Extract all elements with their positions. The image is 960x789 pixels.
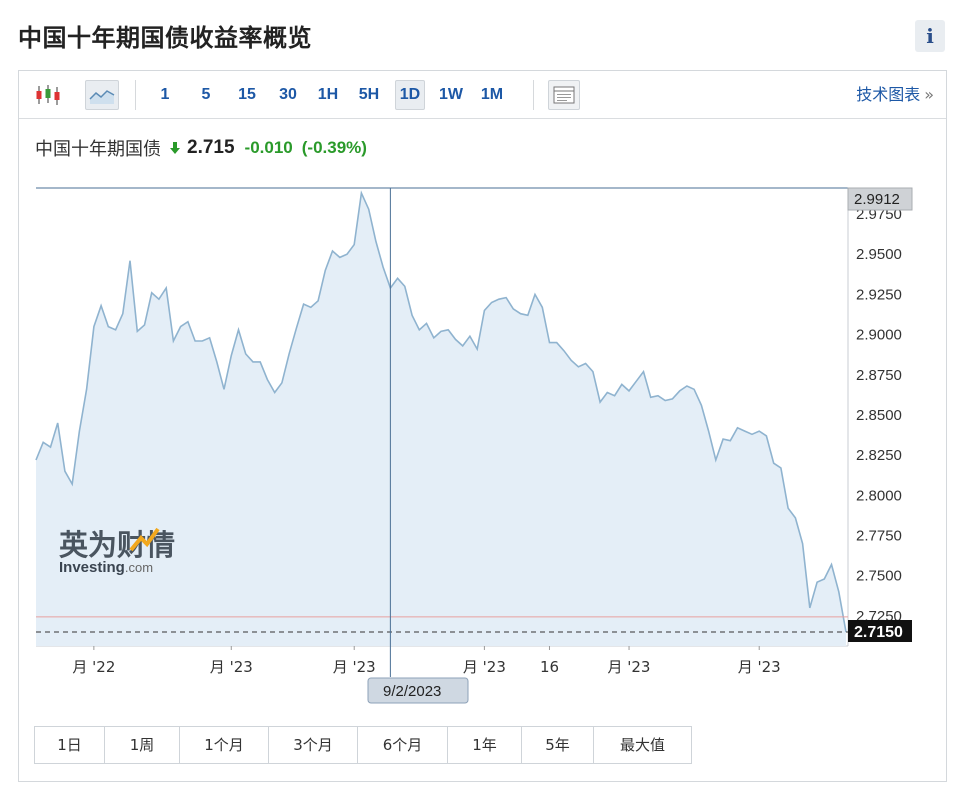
y-tick-label: 2.8250 bbox=[856, 447, 902, 464]
x-tick-label: 月 '23 bbox=[333, 658, 376, 676]
crosshair-date-label: 9/2/2023 bbox=[383, 683, 441, 700]
x-tick-label: 月 '23 bbox=[463, 658, 506, 676]
info-button[interactable]: i bbox=[915, 20, 945, 52]
y-tick-label: 2.9500 bbox=[856, 246, 902, 263]
range-5y[interactable]: 5年 bbox=[522, 727, 594, 763]
range-1y[interactable]: 1年 bbox=[448, 727, 522, 763]
price-chart[interactable]: 英为财情 Investing.com 2.97502.95002.92502.9… bbox=[19, 71, 946, 783]
x-tick-label: 月 '23 bbox=[210, 658, 253, 676]
y-tick-label: 2.8500 bbox=[856, 407, 902, 424]
x-tick-label: 月 '23 bbox=[608, 658, 651, 676]
x-tick-label: 月 '22 bbox=[72, 658, 115, 676]
y-tick-label: 2.7500 bbox=[856, 568, 902, 585]
range-6m[interactable]: 6个月 bbox=[358, 727, 448, 763]
range-max[interactable]: 最大值 bbox=[594, 727, 691, 763]
watermark-brand-cn: 英为财情 bbox=[59, 528, 175, 562]
watermark-brand-en: Investing.com bbox=[59, 559, 153, 576]
area-fill bbox=[36, 193, 846, 646]
last-value-label: 2.7150 bbox=[854, 624, 903, 641]
range-3m[interactable]: 3个月 bbox=[269, 727, 358, 763]
y-tick-label: 2.9250 bbox=[856, 286, 902, 303]
y-axis: 2.97502.95002.92502.90002.87502.85002.82… bbox=[856, 206, 902, 625]
y-tick-label: 2.7750 bbox=[856, 528, 902, 545]
range-1m[interactable]: 1个月 bbox=[180, 727, 269, 763]
time-range-selector: 1日 1周 1个月 3个月 6个月 1年 5年 最大值 bbox=[34, 726, 692, 764]
y-tick-label: 2.9000 bbox=[856, 327, 902, 344]
x-axis: 月 '22 月 '23 月 '23 月 '23 16 月 '23 月 '23 bbox=[72, 646, 781, 676]
x-tick-label: 月 '23 bbox=[738, 658, 781, 676]
range-1w[interactable]: 1周 bbox=[105, 727, 180, 763]
chart-widget: 1 5 15 30 1H 5H 1D 1W 1M 技术图表» 中国十年期国债 2… bbox=[18, 70, 947, 782]
y-tick-label: 2.8750 bbox=[856, 367, 902, 384]
crosshair-value-label: 2.9912 bbox=[854, 191, 900, 208]
y-tick-label: 2.8000 bbox=[856, 487, 902, 504]
x-tick-label: 16 bbox=[540, 658, 559, 676]
range-1d[interactable]: 1日 bbox=[35, 727, 105, 763]
page-title: 中国十年期国债收益率概览 bbox=[18, 24, 312, 52]
